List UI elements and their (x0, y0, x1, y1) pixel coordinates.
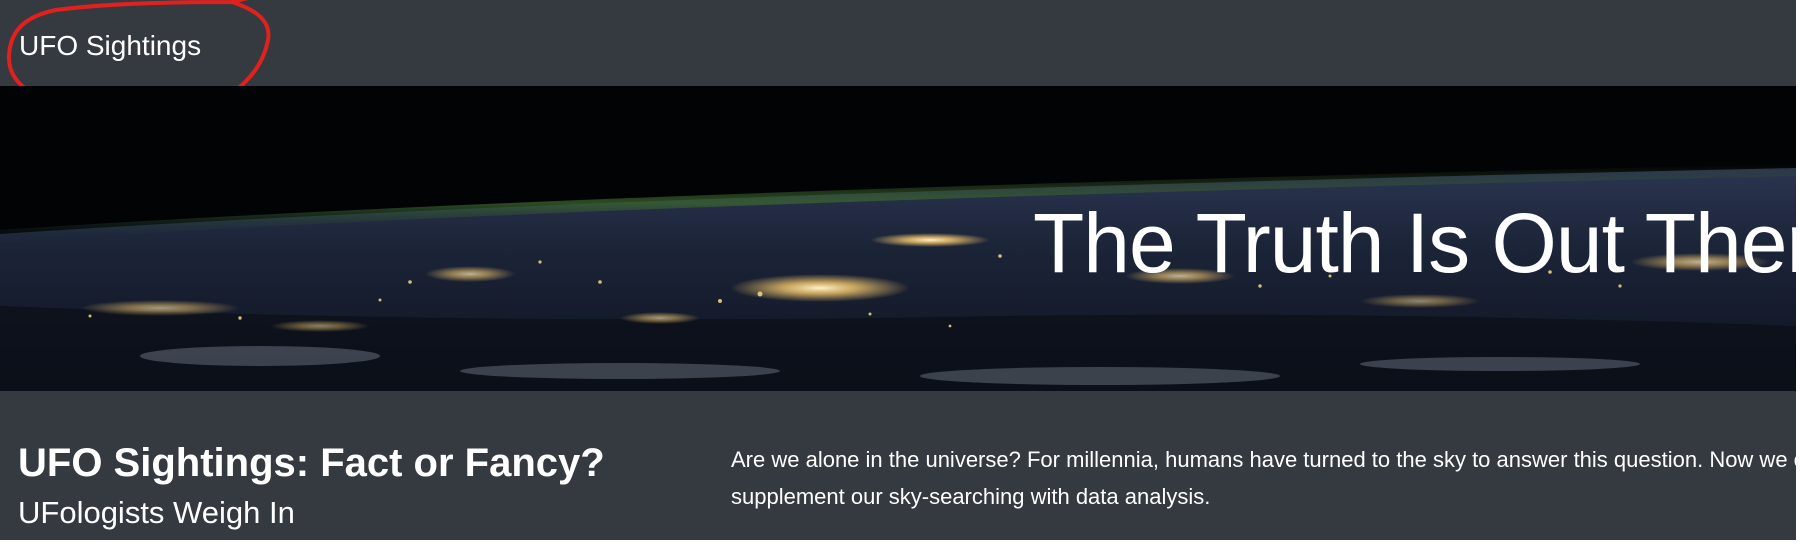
navbar: UFO Sightings (0, 0, 1796, 86)
hero-banner: The Truth Is Out There (0, 86, 1796, 391)
window-edge (1796, 0, 1800, 540)
page-heading: UFO Sightings: Fact or Fancy? (18, 441, 605, 485)
navbar-brand-link[interactable]: UFO Sightings (19, 28, 201, 64)
intro-paragraph: Are we alone in the universe? For millen… (731, 447, 1796, 509)
browser-viewport: UFO Sightings The Truth Is Out There UFO… (0, 0, 1796, 540)
hero-title: The Truth Is Out There (1033, 196, 1796, 290)
page-subheading: UFologists Weigh In (18, 495, 295, 530)
intro-section: UFO Sightings: Fact or Fancy? UFologists… (0, 391, 1796, 540)
